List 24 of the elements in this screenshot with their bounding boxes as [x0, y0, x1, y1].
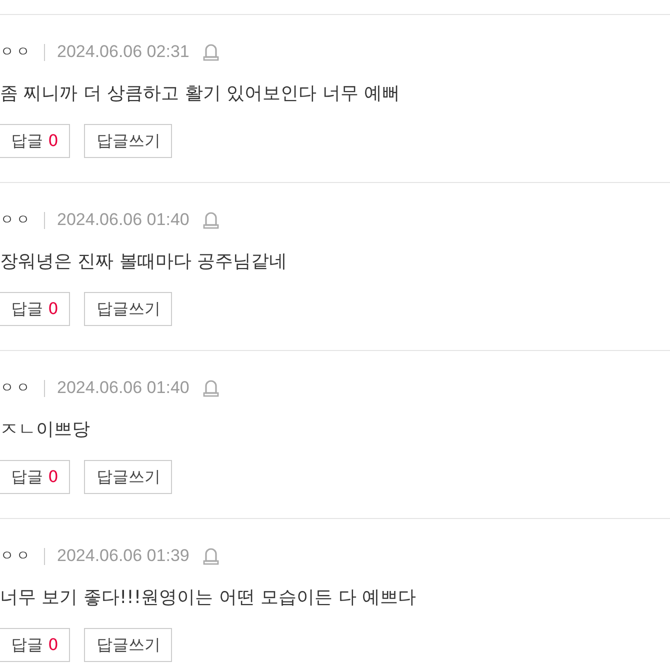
comment-date: 2024.06.06 01:40 [57, 210, 190, 230]
comment-date: 2024.06.06 01:40 [57, 378, 190, 398]
comment-text: 너무 보기 좋다!!!원영이는 어떤 모습이든 다 예쁘다 [0, 586, 417, 610]
reply-button[interactable]: 답글 0 [0, 628, 70, 662]
author-name: ㅇㅇ [0, 547, 32, 565]
comment-text: ㅈㄴ이쁘당 [0, 418, 91, 442]
write-reply-button[interactable]: 답글쓰기 [84, 460, 172, 494]
comment-date: 2024.06.06 01:39 [57, 546, 190, 566]
lamp-icon[interactable] [203, 211, 220, 229]
author-name: ㅇㅇ [0, 379, 32, 397]
reply-button[interactable]: 답글 0 [0, 292, 70, 326]
reply-button[interactable]: 답글 0 [0, 124, 70, 158]
reply-button[interactable]: 답글 0 [0, 460, 70, 494]
comment-text: 장워녕은 진짜 볼때마다 공주님같네 [0, 250, 288, 274]
write-reply-button[interactable]: 답글쓰기 [84, 292, 172, 326]
lamp-icon[interactable] [203, 379, 220, 397]
write-reply-button[interactable]: 답글쓰기 [84, 628, 172, 662]
comment-date: 2024.06.06 02:31 [57, 42, 190, 62]
author-name: ㅇㅇ [0, 211, 32, 229]
lamp-icon[interactable] [203, 43, 220, 61]
comment-text: 좀 찌니까 더 상큼하고 활기 있어보인다 너무 예뻐 [0, 82, 402, 106]
write-reply-button[interactable]: 답글쓰기 [84, 124, 172, 158]
author-name: ㅇㅇ [0, 43, 32, 61]
lamp-icon[interactable] [203, 547, 220, 565]
